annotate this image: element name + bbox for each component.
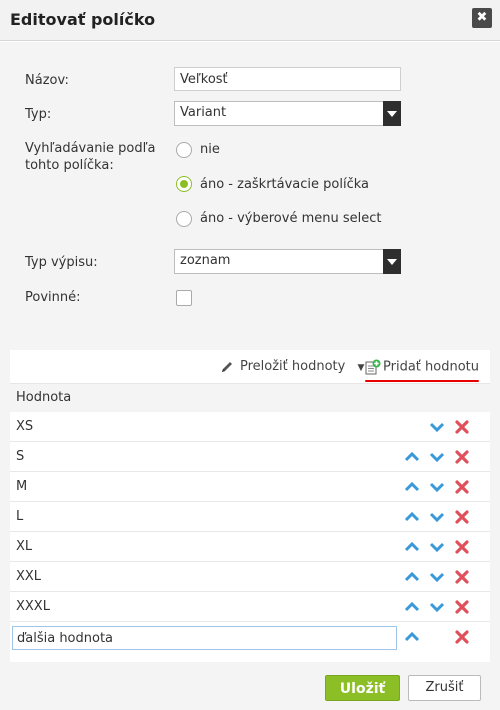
close-icon: ✖	[476, 10, 488, 25]
name-label: Názov:	[25, 73, 69, 88]
table-row: XXXL	[10, 592, 490, 622]
pencil-icon	[222, 361, 232, 372]
translate-values-button[interactable]: Preložiť hodnoty ▼	[220, 359, 364, 374]
move-down-icon[interactable]	[429, 509, 445, 525]
move-up-icon[interactable]	[404, 569, 420, 585]
move-up-icon[interactable]	[404, 479, 420, 495]
add-document-icon	[365, 359, 381, 375]
close-button[interactable]: ✖	[472, 8, 492, 28]
required-label: Povinné:	[25, 290, 81, 305]
radio-search-select-label: áno - výberové menu select	[200, 211, 382, 226]
value-cell: XS	[16, 419, 34, 434]
delete-icon[interactable]	[454, 629, 470, 645]
delete-icon[interactable]	[454, 599, 470, 615]
value-cell: L	[16, 509, 24, 524]
table-row: XS	[10, 412, 490, 442]
search-label: Vyhľadávanie podľa tohto políčka:	[25, 140, 155, 174]
table-row: XL	[10, 532, 490, 562]
table-row: M	[10, 472, 490, 502]
delete-icon[interactable]	[454, 449, 470, 465]
add-value-label: Pridať hodnotu	[383, 359, 479, 375]
chevron-down-icon	[383, 249, 401, 274]
save-button[interactable]: Uložiť	[325, 675, 400, 701]
type-select-value: Variant	[180, 105, 227, 120]
new-value-input[interactable]	[12, 626, 397, 650]
search-label-line1: Vyhľadávanie podľa	[25, 141, 156, 156]
delete-icon[interactable]	[454, 479, 470, 495]
move-up-icon[interactable]	[404, 629, 420, 645]
type-select[interactable]: Variant	[174, 101, 401, 126]
values-toolbar: Preložiť hodnoty ▼ Pridať hodnotu	[10, 350, 490, 384]
table-row: S	[10, 442, 490, 472]
move-down-icon[interactable]	[429, 599, 445, 615]
listing-type-label: Typ výpisu:	[25, 255, 98, 270]
values-panel: Preložiť hodnoty ▼ Pridať hodnotu Hodnot…	[10, 350, 490, 667]
move-up-icon[interactable]	[404, 599, 420, 615]
move-down-icon[interactable]	[429, 479, 445, 495]
listing-type-select[interactable]: zoznam	[174, 249, 401, 274]
value-cell: XXL	[16, 569, 42, 584]
name-input[interactable]	[174, 67, 401, 91]
move-up-icon[interactable]	[404, 539, 420, 555]
new-value-row	[10, 622, 490, 652]
radio-search-select[interactable]	[176, 211, 192, 227]
move-down-icon[interactable]	[429, 569, 445, 585]
translate-values-label: Preložiť hodnoty	[240, 359, 346, 374]
listing-type-select-value: zoznam	[180, 253, 231, 268]
dialog-title: Editovať políčko	[10, 10, 156, 29]
table-row: XXL	[10, 562, 490, 592]
delete-icon[interactable]	[454, 509, 470, 525]
radio-search-checkboxes[interactable]	[176, 176, 192, 192]
radio-search-no[interactable]	[176, 142, 192, 158]
caret-down-icon: ▼	[357, 363, 365, 373]
delete-icon[interactable]	[454, 539, 470, 555]
cancel-button[interactable]: Zrušiť	[408, 675, 481, 701]
delete-icon[interactable]	[454, 419, 470, 435]
value-cell: S	[16, 449, 25, 464]
type-label: Typ:	[25, 107, 52, 122]
move-down-icon[interactable]	[429, 449, 445, 465]
edit-field-dialog: Editovať políčko ✖ Názov: Typ: Variant V…	[0, 0, 500, 710]
move-down-icon[interactable]	[429, 539, 445, 555]
radio-search-no-label: nie	[200, 142, 220, 157]
dialog-body: Názov: Typ: Variant Vyhľadávanie podľa t…	[0, 42, 500, 667]
value-cell: XXXL	[16, 599, 50, 614]
search-label-line2: tohto políčka:	[25, 158, 114, 173]
column-header-value: Hodnota	[10, 384, 490, 412]
dialog-header: Editovať políčko ✖	[0, 0, 500, 41]
highlight-underline	[365, 380, 479, 382]
required-checkbox[interactable]	[176, 290, 192, 306]
chevron-down-icon	[383, 101, 401, 126]
dialog-footer: Uložiť Zrušiť	[0, 662, 500, 710]
move-up-icon[interactable]	[404, 509, 420, 525]
table-row: L	[10, 502, 490, 532]
value-cell: M	[16, 479, 28, 494]
delete-icon[interactable]	[454, 569, 470, 585]
value-cell: XL	[16, 539, 33, 554]
radio-search-checkboxes-label: áno - zaškrtávacie políčka	[200, 177, 370, 192]
move-up-icon[interactable]	[404, 449, 420, 465]
add-value-button[interactable]: Pridať hodnotu	[365, 359, 479, 375]
move-down-icon[interactable]	[429, 419, 445, 435]
